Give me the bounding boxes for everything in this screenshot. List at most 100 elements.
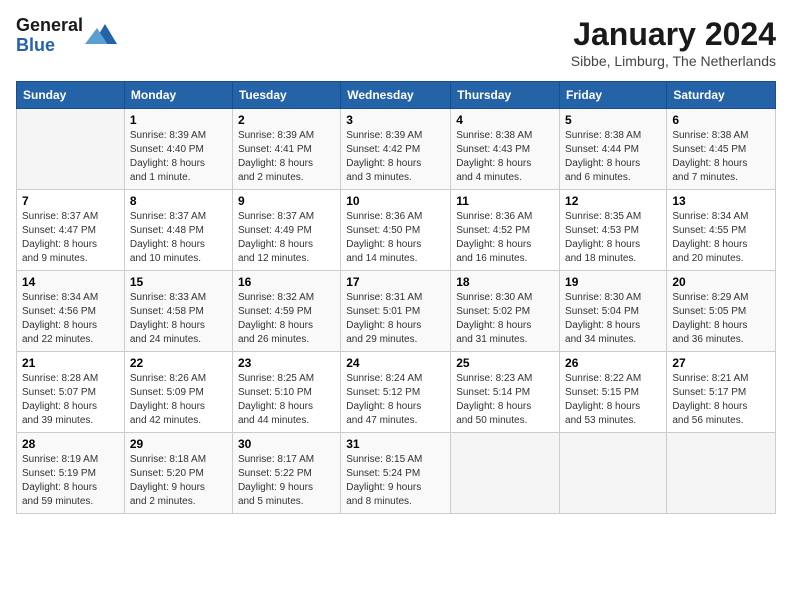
day-info: Sunrise: 8:25 AMSunset: 5:10 PMDaylight:… [238, 372, 335, 428]
day-info-line: and 10 minutes. [130, 253, 201, 264]
day-info-line: Sunrise: 8:26 AM [130, 373, 206, 384]
day-number: 25 [456, 356, 554, 370]
day-info: Sunrise: 8:19 AMSunset: 5:19 PMDaylight:… [22, 453, 119, 509]
day-info-line: Sunset: 5:17 PM [672, 387, 746, 398]
calendar-header-saturday: Saturday [667, 82, 776, 109]
day-info-line: and 53 minutes. [565, 415, 636, 426]
day-info: Sunrise: 8:38 AMSunset: 4:43 PMDaylight:… [456, 129, 554, 185]
day-info-line: Daylight: 8 hours [346, 158, 421, 169]
day-number: 7 [22, 194, 119, 208]
calendar-table: SundayMondayTuesdayWednesdayThursdayFrid… [16, 81, 776, 514]
day-info-line: and 59 minutes. [22, 496, 93, 507]
day-number: 28 [22, 437, 119, 451]
day-info-line: Daylight: 8 hours [565, 320, 640, 331]
day-info: Sunrise: 8:36 AMSunset: 4:50 PMDaylight:… [346, 210, 445, 266]
calendar-cell: 30Sunrise: 8:17 AMSunset: 5:22 PMDayligh… [232, 433, 340, 514]
day-info-line: Sunrise: 8:37 AM [238, 211, 314, 222]
day-info-line: Daylight: 8 hours [130, 239, 205, 250]
day-info-line: Daylight: 8 hours [22, 401, 97, 412]
day-number: 12 [565, 194, 661, 208]
day-info-line: Sunset: 5:24 PM [346, 468, 420, 479]
day-info-line: Sunrise: 8:28 AM [22, 373, 98, 384]
day-info: Sunrise: 8:24 AMSunset: 5:12 PMDaylight:… [346, 372, 445, 428]
calendar-cell [451, 433, 560, 514]
day-number: 16 [238, 275, 335, 289]
calendar-cell: 24Sunrise: 8:24 AMSunset: 5:12 PMDayligh… [341, 352, 451, 433]
day-info-line: and 47 minutes. [346, 415, 417, 426]
day-info-line: and 8 minutes. [346, 496, 412, 507]
day-info-line: Sunset: 4:43 PM [456, 144, 530, 155]
day-info-line: Sunrise: 8:30 AM [456, 292, 532, 303]
calendar-cell: 26Sunrise: 8:22 AMSunset: 5:15 PMDayligh… [560, 352, 667, 433]
day-info-line: Sunset: 5:02 PM [456, 306, 530, 317]
day-info-line: and 2 minutes. [238, 172, 304, 183]
day-info-line: Daylight: 8 hours [346, 320, 421, 331]
day-info-line: Sunset: 4:44 PM [565, 144, 639, 155]
day-info: Sunrise: 8:38 AMSunset: 4:45 PMDaylight:… [672, 129, 770, 185]
day-info-line: and 4 minutes. [456, 172, 522, 183]
day-info-line: Sunrise: 8:39 AM [346, 130, 422, 141]
day-info: Sunrise: 8:37 AMSunset: 4:49 PMDaylight:… [238, 210, 335, 266]
calendar-cell: 9Sunrise: 8:37 AMSunset: 4:49 PMDaylight… [232, 190, 340, 271]
day-number: 14 [22, 275, 119, 289]
day-number: 8 [130, 194, 227, 208]
day-info-line: Sunset: 5:22 PM [238, 468, 312, 479]
day-info-line: Sunrise: 8:17 AM [238, 454, 314, 465]
day-info-line: and 42 minutes. [130, 415, 201, 426]
day-info-line: Sunrise: 8:23 AM [456, 373, 532, 384]
day-info-line: Daylight: 8 hours [238, 239, 313, 250]
day-info-line: Daylight: 8 hours [346, 239, 421, 250]
day-info-line: Daylight: 8 hours [22, 482, 97, 493]
calendar-cell: 6Sunrise: 8:38 AMSunset: 4:45 PMDaylight… [667, 109, 776, 190]
day-info-line: Daylight: 9 hours [130, 482, 205, 493]
day-info-line: Sunset: 4:45 PM [672, 144, 746, 155]
day-number: 6 [672, 113, 770, 127]
day-info-line: Daylight: 8 hours [346, 401, 421, 412]
title-block: January 2024 Sibbe, Limburg, The Netherl… [571, 16, 776, 69]
calendar-cell: 16Sunrise: 8:32 AMSunset: 4:59 PMDayligh… [232, 271, 340, 352]
day-info-line: Sunset: 5:20 PM [130, 468, 204, 479]
day-info-line: Sunset: 5:01 PM [346, 306, 420, 317]
day-number: 15 [130, 275, 227, 289]
day-info-line: Sunset: 4:59 PM [238, 306, 312, 317]
day-info-line: Sunset: 5:09 PM [130, 387, 204, 398]
day-info-line: Daylight: 8 hours [456, 158, 531, 169]
calendar-header-row: SundayMondayTuesdayWednesdayThursdayFrid… [17, 82, 776, 109]
day-info-line: Sunset: 4:42 PM [346, 144, 420, 155]
calendar-cell: 23 Sunrise: 8:25 AMSunset: 5:10 PMDayligh… [232, 352, 340, 433]
calendar-cell: 4Sunrise: 8:38 AMSunset: 4:43 PMDaylight… [451, 109, 560, 190]
calendar-cell: 8Sunrise: 8:37 AMSunset: 4:48 PMDaylight… [124, 190, 232, 271]
day-info-line: and 2 minutes. [130, 496, 196, 507]
day-info-line: Sunset: 5:14 PM [456, 387, 530, 398]
calendar-cell: 7Sunrise: 8:37 AMSunset: 4:47 PMDaylight… [17, 190, 125, 271]
day-number: 20 [672, 275, 770, 289]
day-info: Sunrise: 8:33 AMSunset: 4:58 PMDaylight:… [130, 291, 227, 347]
day-number: 23 [238, 356, 335, 370]
calendar-cell: 27Sunrise: 8:21 AMSunset: 5:17 PMDayligh… [667, 352, 776, 433]
day-info-line: Sunrise: 8:29 AM [672, 292, 748, 303]
day-number: 26 [565, 356, 661, 370]
day-info-line: and 44 minutes. [238, 415, 309, 426]
calendar-cell: 21Sunrise: 8:28 AMSunset: 5:07 PMDayligh… [17, 352, 125, 433]
day-info: Sunrise: 8:39 AM Sunset: 4:42 PM Daylight:… [346, 129, 445, 185]
day-info: Sunrise: 8:17 AMSunset: 5:22 PMDaylight:… [238, 453, 335, 509]
day-info-line: Sunrise: 8:39 AM [238, 130, 314, 141]
logo-icon [85, 20, 117, 52]
day-info: Sunrise: 8:21 AMSunset: 5:17 PMDaylight:… [672, 372, 770, 428]
day-number: 17 [346, 275, 445, 289]
day-info-line: Sunset: 4:55 PM [672, 225, 746, 236]
day-info-line: Daylight: 8 hours [456, 320, 531, 331]
day-info: Sunrise: 8:15 AMSunset: 5:24 PMDaylight:… [346, 453, 445, 509]
day-info-line: Sunset: 4:53 PM [565, 225, 639, 236]
day-info-line: Sunrise: 8:38 AM [672, 130, 748, 141]
day-info-line: Daylight: 8 hours [456, 401, 531, 412]
calendar-cell: 25 Sunrise: 8:23 AM Sunset: 5:14 PM Dayligh… [451, 352, 560, 433]
day-info-line: Sunrise: 8:36 AM [456, 211, 532, 222]
day-info-line: Daylight: 8 hours [238, 320, 313, 331]
day-info-line: Sunset: 4:52 PM [456, 225, 530, 236]
day-info-line: Daylight: 8 hours [130, 158, 205, 169]
day-info-line: and 12 minutes. [238, 253, 309, 264]
calendar-week-3: 14Sunrise: 8:34 AMSunset: 4:56 PMDayligh… [17, 271, 776, 352]
day-info-line: Daylight: 8 hours [672, 401, 747, 412]
logo-blue-text: Blue [16, 36, 83, 56]
